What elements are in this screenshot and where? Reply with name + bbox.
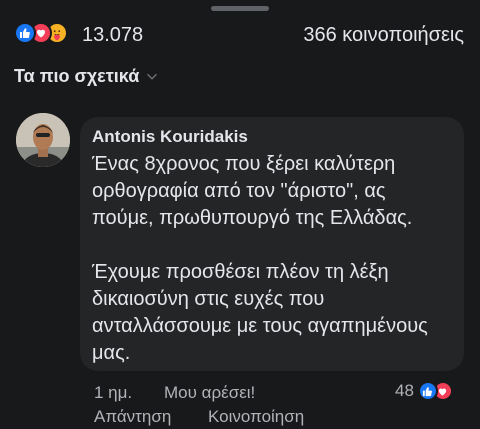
comment-sort-dropdown[interactable]: Τα πιο σχετικά: [14, 66, 159, 87]
share-button[interactable]: Κοινοποίηση: [208, 407, 304, 427]
comment-author[interactable]: Antonis Kouridakis: [92, 127, 452, 147]
like-icon: [14, 22, 36, 44]
reaction-count[interactable]: 13.078: [82, 24, 143, 47]
comment-reaction-count: 48: [395, 381, 414, 400]
comment-meta: 1 ημ. Μου αρέσει!: [94, 383, 255, 403]
comment-paragraph-2: Έχουμε προσθέσει πλέον τη λέξη δικαιοσύν…: [92, 261, 428, 364]
share-count[interactable]: 366 κοινοποιήσεις: [303, 24, 464, 47]
sheet-drag-handle[interactable]: [211, 6, 269, 11]
avatar[interactable]: [16, 113, 70, 167]
comment-bubble[interactable]: Antonis Kouridakis Ένας 8χρονος που ξέρε…: [80, 117, 464, 371]
comment-reactions[interactable]: 48: [395, 381, 453, 401]
post-reactions[interactable]: [14, 22, 68, 44]
chevron-down-icon: [147, 73, 158, 80]
comment-time[interactable]: 1 ημ.: [94, 383, 164, 403]
comment-paragraph-1: Ένας 8χρονος που ξέρει καλύτερη ορθογραφ…: [92, 153, 413, 229]
reply-button[interactable]: Απάντηση: [94, 407, 208, 427]
sort-label: Τα πιο σχετικά: [14, 66, 140, 86]
like-button[interactable]: Μου αρέσει!: [164, 383, 255, 403]
comment-actions: Απάντηση Κοινοποίηση: [94, 407, 304, 427]
like-icon: [417, 381, 438, 401]
